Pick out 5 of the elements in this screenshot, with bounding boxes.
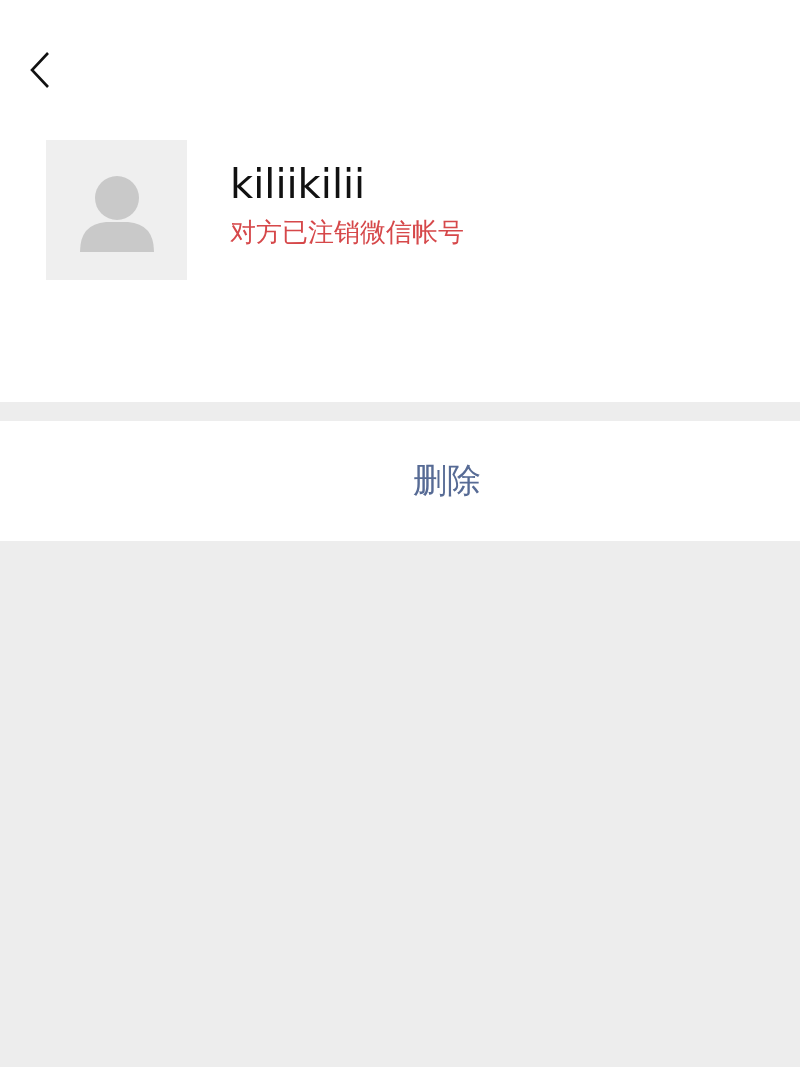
account-status: 对方已注销微信帐号: [230, 215, 464, 249]
contact-name: kiliikilii: [230, 160, 367, 207]
back-icon[interactable]: [28, 50, 52, 90]
delete-button[interactable]: 删除: [413, 458, 481, 504]
person-icon: [79, 176, 154, 252]
